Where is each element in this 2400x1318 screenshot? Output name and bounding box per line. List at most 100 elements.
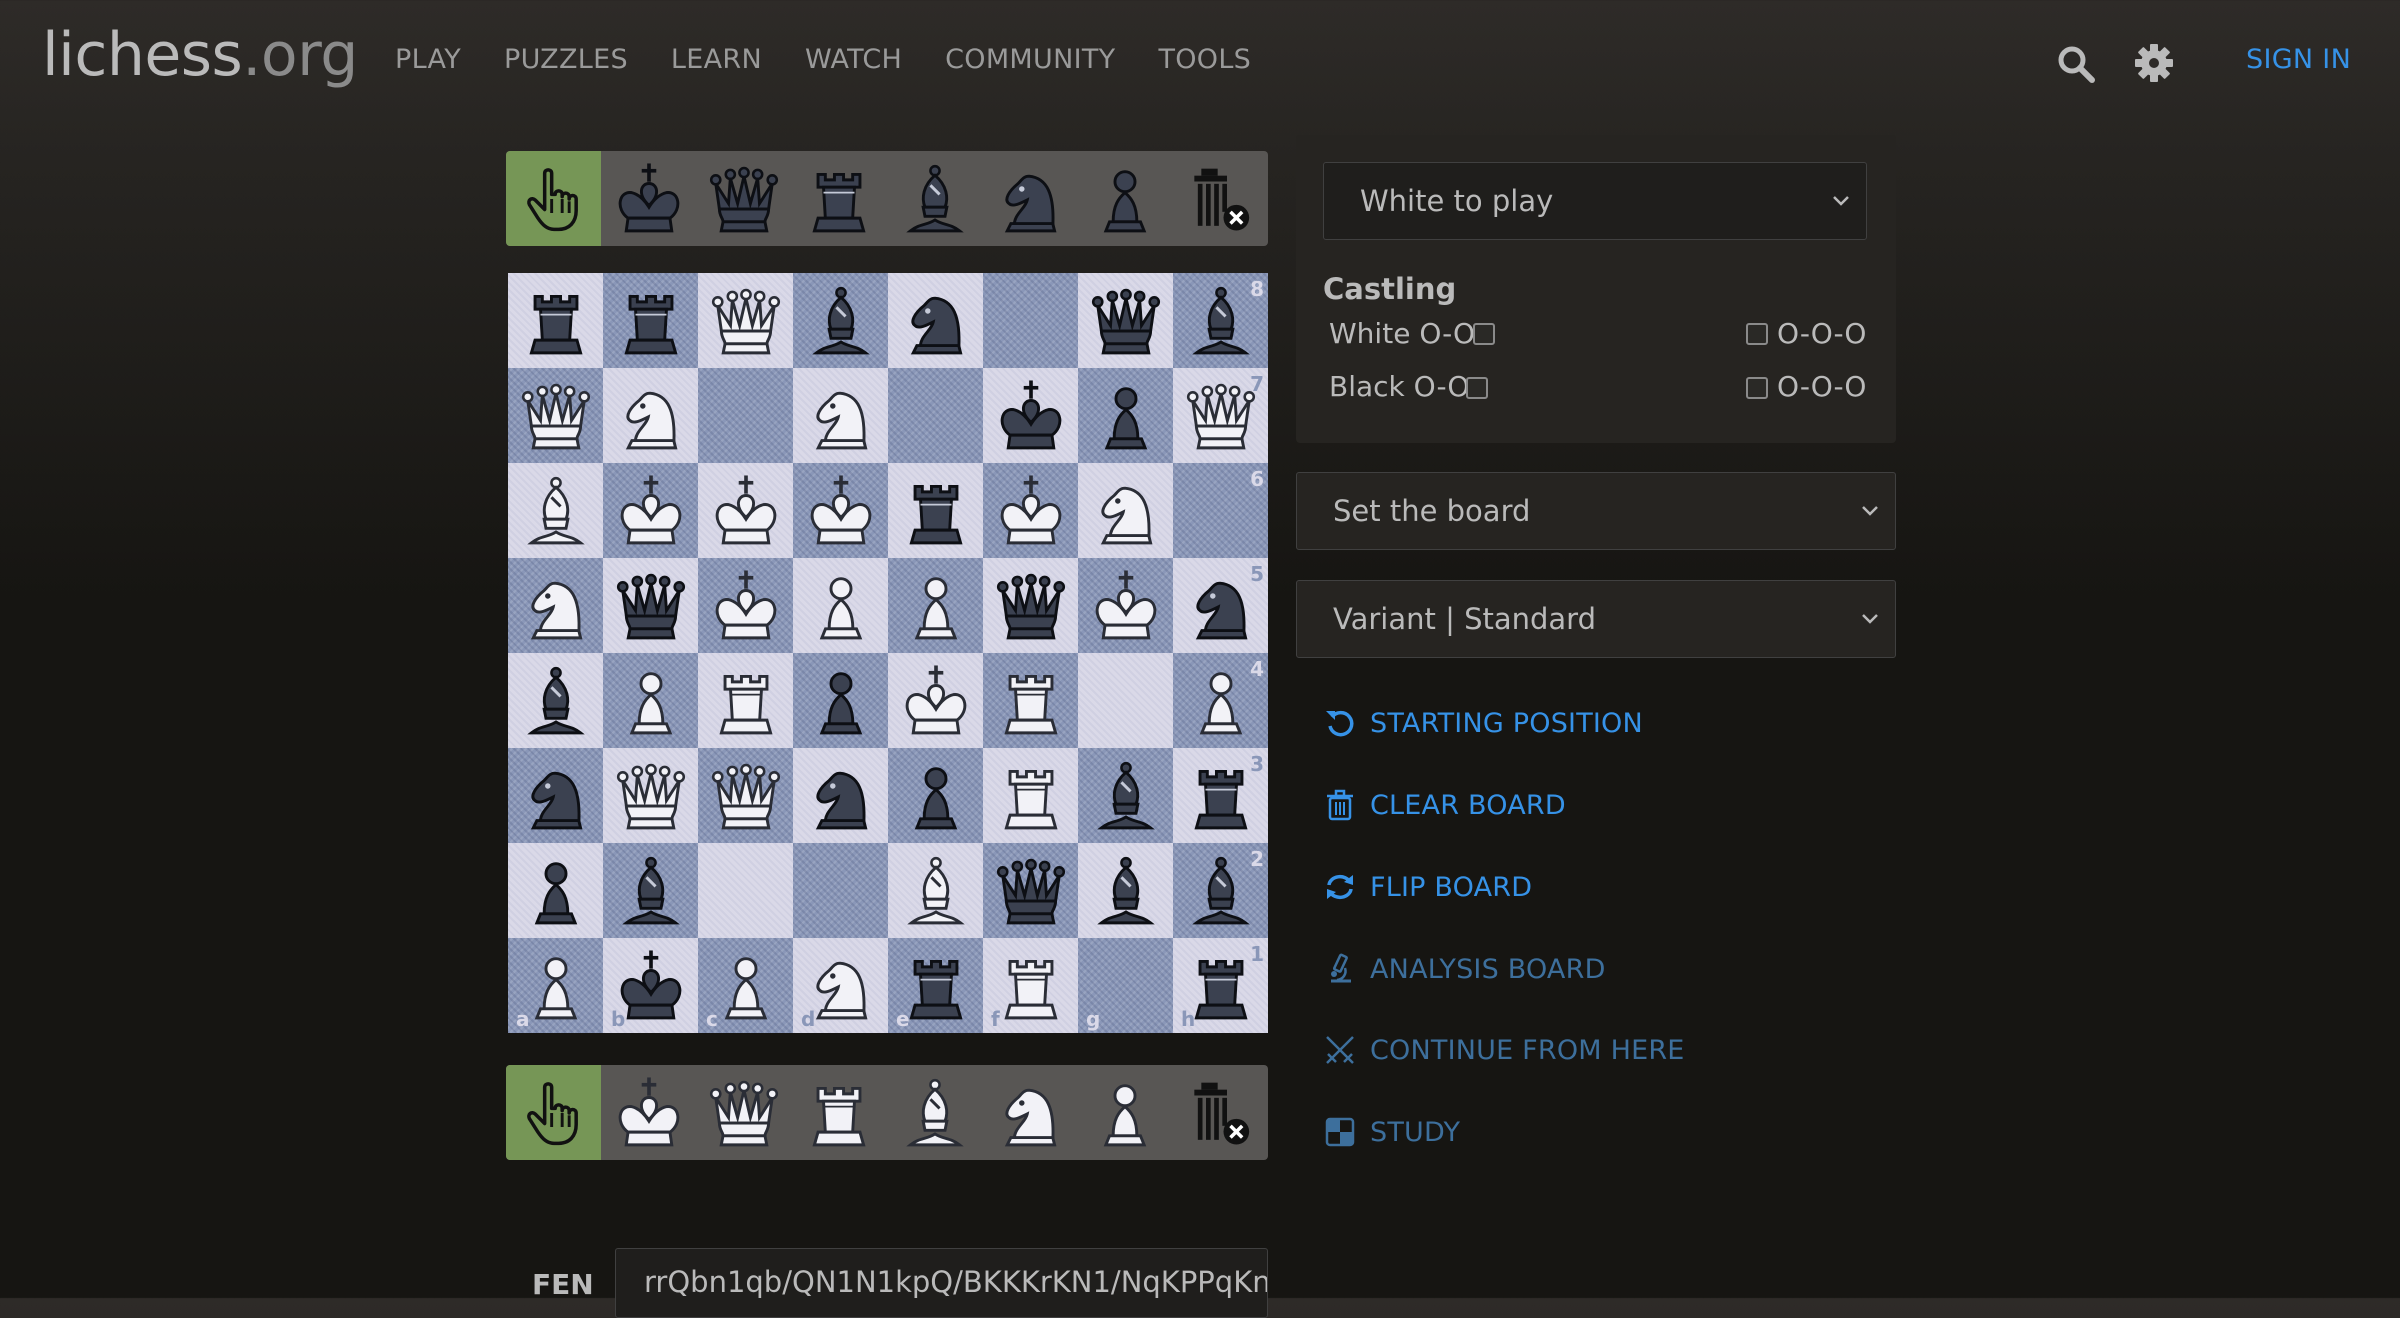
square-a2[interactable] — [508, 843, 603, 938]
white-king[interactable] — [610, 470, 692, 552]
square-a7[interactable] — [508, 368, 603, 463]
white-queen[interactable] — [610, 755, 692, 837]
square-d1[interactable]: d — [793, 938, 888, 1033]
square-c3[interactable] — [698, 748, 793, 843]
square-e8[interactable] — [888, 273, 983, 368]
black-bishop-spare[interactable] — [887, 151, 982, 246]
square-f4[interactable] — [983, 653, 1078, 748]
fen-input[interactable]: rrQbn1qb/QN1N1kpQ/BKKKrKN1/NqKPPqKn/ — [615, 1248, 1268, 1318]
white-bishop-spare[interactable] — [887, 1065, 982, 1160]
white-knight[interactable] — [515, 565, 597, 647]
square-c6[interactable] — [698, 463, 793, 558]
black-queen[interactable] — [1085, 280, 1167, 362]
black-pawn[interactable] — [800, 660, 882, 742]
black-bishop[interactable] — [1085, 755, 1167, 837]
square-a4[interactable] — [508, 653, 603, 748]
square-a8[interactable] — [508, 273, 603, 368]
square-g4[interactable] — [1078, 653, 1173, 748]
square-h1[interactable]: 1h — [1173, 938, 1268, 1033]
clear-board-button[interactable]: CLEAR BOARD — [1323, 788, 1566, 822]
variant-select[interactable]: Variant | Standard — [1296, 580, 1896, 658]
square-f2[interactable] — [983, 843, 1078, 938]
white-pawn[interactable] — [610, 660, 692, 742]
white-queen-spare[interactable] — [697, 1065, 792, 1160]
square-a5[interactable] — [508, 558, 603, 653]
black-bishop[interactable] — [610, 850, 692, 932]
square-d4[interactable] — [793, 653, 888, 748]
white-bishop[interactable] — [515, 470, 597, 552]
black-rook[interactable] — [895, 470, 977, 552]
white-queen[interactable] — [705, 755, 787, 837]
white-queen[interactable] — [705, 280, 787, 362]
square-h5[interactable]: 5 — [1173, 558, 1268, 653]
nav-watch[interactable]: WATCH — [805, 44, 902, 75]
white-pawn[interactable] — [895, 565, 977, 647]
white-knight-spare[interactable] — [982, 1065, 1077, 1160]
pointer-tool-icon[interactable] — [506, 151, 602, 246]
square-d7[interactable] — [793, 368, 888, 463]
square-c5[interactable] — [698, 558, 793, 653]
square-b1[interactable]: b — [603, 938, 698, 1033]
site-logo[interactable]: lichess.org — [42, 20, 358, 90]
square-b4[interactable] — [603, 653, 698, 748]
square-c7[interactable] — [698, 368, 793, 463]
square-d3[interactable] — [793, 748, 888, 843]
square-f6[interactable] — [983, 463, 1078, 558]
nav-learn[interactable]: LEARN — [671, 44, 762, 75]
square-e6[interactable] — [888, 463, 983, 558]
square-g6[interactable] — [1078, 463, 1173, 558]
black-knight-spare[interactable] — [982, 151, 1077, 246]
square-b5[interactable] — [603, 558, 698, 653]
square-h4[interactable]: 4 — [1173, 653, 1268, 748]
black-pawn[interactable] — [515, 850, 597, 932]
black-queen[interactable] — [610, 565, 692, 647]
black-knight[interactable] — [515, 755, 597, 837]
square-e3[interactable] — [888, 748, 983, 843]
white-king[interactable] — [1085, 565, 1167, 647]
square-b3[interactable] — [603, 748, 698, 843]
square-g3[interactable] — [1078, 748, 1173, 843]
white-knight[interactable] — [610, 375, 692, 457]
square-h3[interactable]: 3 — [1173, 748, 1268, 843]
black-pawn[interactable] — [895, 755, 977, 837]
white-king[interactable] — [705, 565, 787, 647]
square-c8[interactable] — [698, 273, 793, 368]
square-b7[interactable] — [603, 368, 698, 463]
black-knight[interactable] — [895, 280, 977, 362]
square-f7[interactable] — [983, 368, 1078, 463]
square-b2[interactable] — [603, 843, 698, 938]
chess-board[interactable]: 8 7 6 5 4 3 2 a b c d e f g 1 h — [508, 273, 1268, 1033]
square-e4[interactable] — [888, 653, 983, 748]
square-a1[interactable]: a — [508, 938, 603, 1033]
white-king[interactable] — [895, 660, 977, 742]
square-c4[interactable] — [698, 653, 793, 748]
square-g8[interactable] — [1078, 273, 1173, 368]
black-knight[interactable] — [800, 755, 882, 837]
black-bishop[interactable] — [800, 280, 882, 362]
square-d6[interactable] — [793, 463, 888, 558]
square-h7[interactable]: 7 — [1173, 368, 1268, 463]
square-c1[interactable]: c — [698, 938, 793, 1033]
nav-puzzles[interactable]: PUZZLES — [504, 44, 628, 75]
black-pawn-spare[interactable] — [1078, 151, 1173, 246]
white-knight[interactable] — [800, 375, 882, 457]
square-h8[interactable]: 8 — [1173, 273, 1268, 368]
square-d5[interactable] — [793, 558, 888, 653]
square-g2[interactable] — [1078, 843, 1173, 938]
flip-board-button[interactable]: FLIP BOARD — [1323, 870, 1532, 904]
square-b8[interactable] — [603, 273, 698, 368]
black-bishop[interactable] — [1085, 850, 1167, 932]
position-select[interactable]: Set the board — [1296, 472, 1896, 550]
black-rook[interactable] — [610, 280, 692, 362]
black-queen[interactable] — [990, 565, 1072, 647]
square-b6[interactable] — [603, 463, 698, 558]
square-e1[interactable]: e — [888, 938, 983, 1033]
white-knight[interactable] — [1085, 470, 1167, 552]
square-g5[interactable] — [1078, 558, 1173, 653]
black-queen[interactable] — [990, 850, 1072, 932]
square-f3[interactable] — [983, 748, 1078, 843]
white-king-spare[interactable] — [601, 1065, 696, 1160]
square-a6[interactable] — [508, 463, 603, 558]
square-h6[interactable]: 6 — [1173, 463, 1268, 558]
square-f5[interactable] — [983, 558, 1078, 653]
